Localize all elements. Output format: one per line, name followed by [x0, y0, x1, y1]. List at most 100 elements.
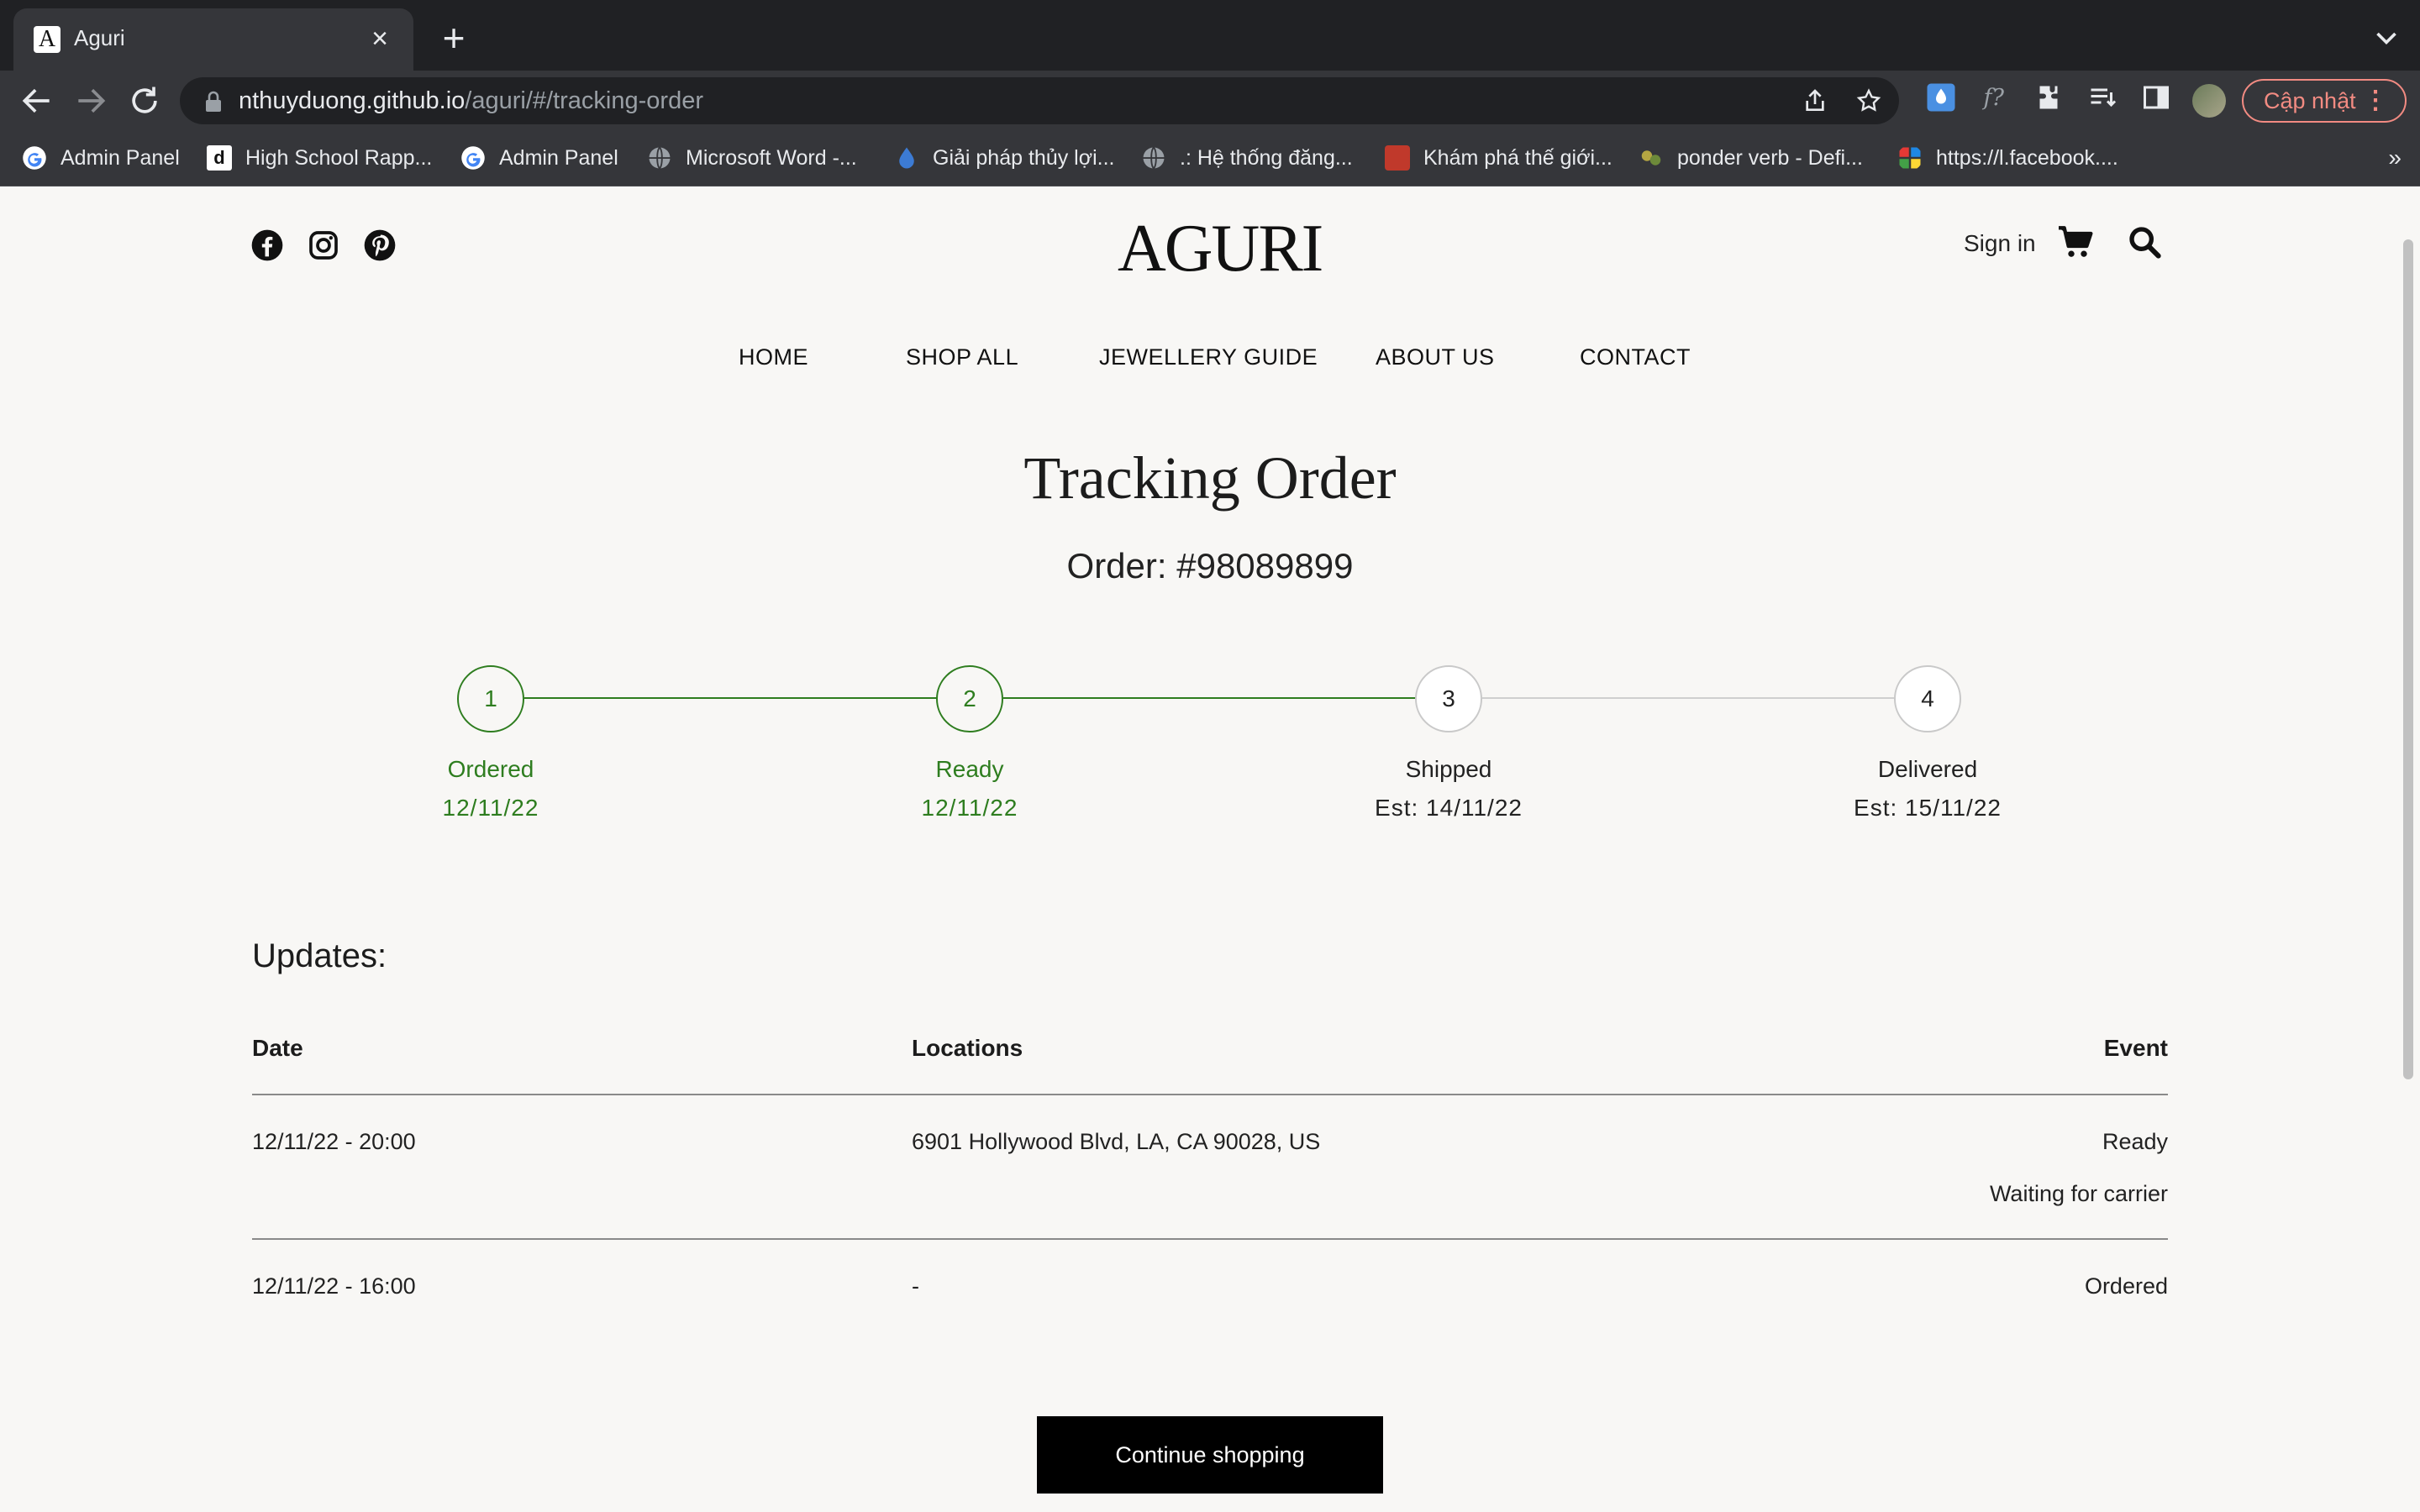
svg-text:f?: f?: [1982, 85, 2005, 111]
row-location: -: [912, 1273, 919, 1299]
more-menu-icon[interactable]: ⋮: [2363, 81, 2388, 121]
row-date: 12/11/22 - 20:00: [252, 1129, 416, 1154]
aguri-favicon-icon: A: [34, 26, 60, 53]
bookmark-item[interactable]: Giải pháp thủy lợi...: [894, 141, 1115, 175]
bookmark-item[interactable]: .: Hệ thống đăng...: [1141, 141, 1353, 175]
step-number: 3: [1415, 665, 1482, 732]
updates-heading: Updates:: [252, 937, 387, 974]
water-drop-icon: [899, 147, 914, 169]
bookmark-item[interactable]: Khám phá thế giới...: [1385, 141, 1612, 175]
bookmark-star-icon[interactable]: [1855, 87, 1882, 114]
reading-list-icon[interactable]: [2087, 82, 2118, 113]
water-drop-extension-icon[interactable]: [1926, 82, 1956, 113]
tracking-step-ready: 2 Ready 12/11/22: [835, 665, 1104, 822]
column-header-location: Locations: [912, 1035, 1023, 1061]
step-label: Ready: [935, 756, 1004, 782]
tracking-step-ordered: 1 Ordered 12/11/22: [356, 665, 625, 822]
bookmark-label: Khám phá thế giới...: [1423, 145, 1612, 170]
side-panel-icon[interactable]: [2141, 82, 2171, 113]
bookmark-label: Admin Panel: [499, 145, 618, 170]
tab-search-chevron-icon[interactable]: [2371, 24, 2402, 54]
shopping-cart-icon[interactable]: [2057, 225, 2094, 259]
site-logo[interactable]: AGURI: [1118, 215, 1323, 282]
new-tab-icon[interactable]: +: [437, 18, 471, 57]
bookmark-item[interactable]: Microsoft Word -...: [647, 141, 857, 175]
bookmark-item[interactable]: Admin Panel: [460, 141, 618, 175]
bookmarks-overflow-icon[interactable]: »: [2388, 144, 2402, 171]
step-label: Delivered: [1877, 756, 1978, 782]
page-content: AGURI Sign in HOME SHOP ALL JEWELLERY GU…: [0, 186, 2420, 1512]
update-label: Cập nhật: [2264, 88, 2356, 113]
red-badge-icon: [1385, 145, 1410, 171]
step-date: 12/11/22: [921, 795, 1018, 821]
globe-icon: [1143, 146, 1165, 170]
table-divider: [252, 1094, 2168, 1095]
dictionary-icon: [1641, 150, 1661, 165]
d-icon: d: [207, 145, 232, 171]
column-header-event: Event: [2103, 1035, 2168, 1061]
share-icon[interactable]: [1802, 87, 1828, 114]
lock-icon[interactable]: [203, 91, 224, 113]
table-divider: [252, 1238, 2168, 1240]
step-number: 4: [1894, 665, 1961, 732]
bookmark-label: High School Rapp...: [245, 145, 433, 170]
back-arrow-icon[interactable]: [18, 82, 55, 119]
bookmarks-bar: Admin Panel d High School Rapp... Admin …: [0, 129, 2420, 186]
step-number: 1: [457, 665, 524, 732]
facebook-icon[interactable]: [250, 228, 284, 262]
step-date: 12/11/22: [442, 795, 539, 821]
row-location: 6901 Hollywood Blvd, LA, CA 90028, US: [912, 1129, 1321, 1154]
bookmark-item[interactable]: d High School Rapp...: [207, 141, 432, 175]
nav-contact[interactable]: CONTACT: [1580, 344, 1691, 370]
extensions-puzzle-icon[interactable]: [2033, 82, 2064, 113]
row-event: Ordered: [2084, 1273, 2168, 1299]
row-event: Ready: [2102, 1129, 2168, 1154]
step-date: Est: 14/11/22: [1375, 795, 1523, 821]
browser-tab[interactable]: A Aguri ×: [13, 8, 413, 71]
order-number: Order: #98089899: [1066, 546, 1354, 585]
nav-about-us[interactable]: ABOUT US: [1376, 344, 1495, 370]
browser-toolbar: nthuyduong.github.io/aguri/#/tracking-or…: [0, 71, 2420, 129]
instagram-icon[interactable]: [307, 228, 340, 262]
sign-in-link[interactable]: Sign in: [1964, 230, 2036, 257]
nav-home[interactable]: HOME: [739, 344, 808, 370]
page-title: Tracking Order: [1023, 444, 1397, 512]
url-path: /aguri/#/tracking-order: [465, 87, 703, 114]
bookmark-label: Giải pháp thủy lợi...: [933, 145, 1115, 170]
row-date: 12/11/22 - 16:00: [252, 1273, 416, 1299]
update-browser-button[interactable]: Cập nhật ⋮: [2242, 79, 2407, 123]
close-tab-icon[interactable]: ×: [365, 24, 395, 54]
bookmark-label: Admin Panel: [60, 145, 180, 170]
step-date: Est: 15/11/22: [1854, 795, 2002, 821]
row-event-note: Waiting for carrier: [1989, 1181, 2168, 1206]
bookmark-label: https://l.facebook....: [1936, 145, 2118, 170]
profile-avatar[interactable]: [2192, 84, 2226, 118]
forward-arrow-icon[interactable]: [72, 82, 109, 119]
bookmark-item[interactable]: ponder verb - Defi...: [1639, 141, 1863, 175]
google-icon: [23, 146, 46, 170]
step-label: Shipped: [1405, 756, 1492, 782]
tracking-step-shipped: 3 Shipped Est: 14/11/22: [1314, 665, 1583, 822]
address-bar[interactable]: nthuyduong.github.io/aguri/#/tracking-or…: [180, 77, 1899, 124]
globe-icon: [649, 146, 671, 170]
tracking-step-delivered: 4 Delivered Est: 15/11/22: [1793, 665, 2062, 822]
continue-shopping-button[interactable]: Continue shopping: [1037, 1416, 1383, 1494]
reload-icon[interactable]: [126, 82, 163, 119]
browser-tab-strip: A Aguri × +: [0, 0, 2420, 71]
bookmark-item[interactable]: https://l.facebook....: [1897, 141, 2118, 175]
nav-jewellery-guide[interactable]: JEWELLERY GUIDE: [1099, 344, 1318, 370]
pinterest-icon[interactable]: [363, 228, 397, 262]
puzzle-color-icon: [1899, 147, 1921, 169]
step-number: 2: [936, 665, 1003, 732]
nav-shop-all[interactable]: SHOP ALL: [906, 344, 1018, 370]
column-header-date: Date: [252, 1035, 303, 1061]
font-extension-icon[interactable]: f?: [1980, 82, 2010, 113]
page-scrollbar[interactable]: [2403, 239, 2413, 1079]
google-icon: [461, 146, 485, 170]
bookmark-item[interactable]: Admin Panel: [22, 141, 180, 175]
search-icon[interactable]: [2128, 225, 2161, 259]
bookmark-label: .: Hệ thống đăng...: [1180, 145, 1353, 170]
url-text: nthuyduong.github.io/aguri/#/tracking-or…: [239, 87, 703, 115]
bookmark-label: ponder verb - Defi...: [1677, 145, 1863, 170]
step-label: Ordered: [447, 756, 534, 782]
